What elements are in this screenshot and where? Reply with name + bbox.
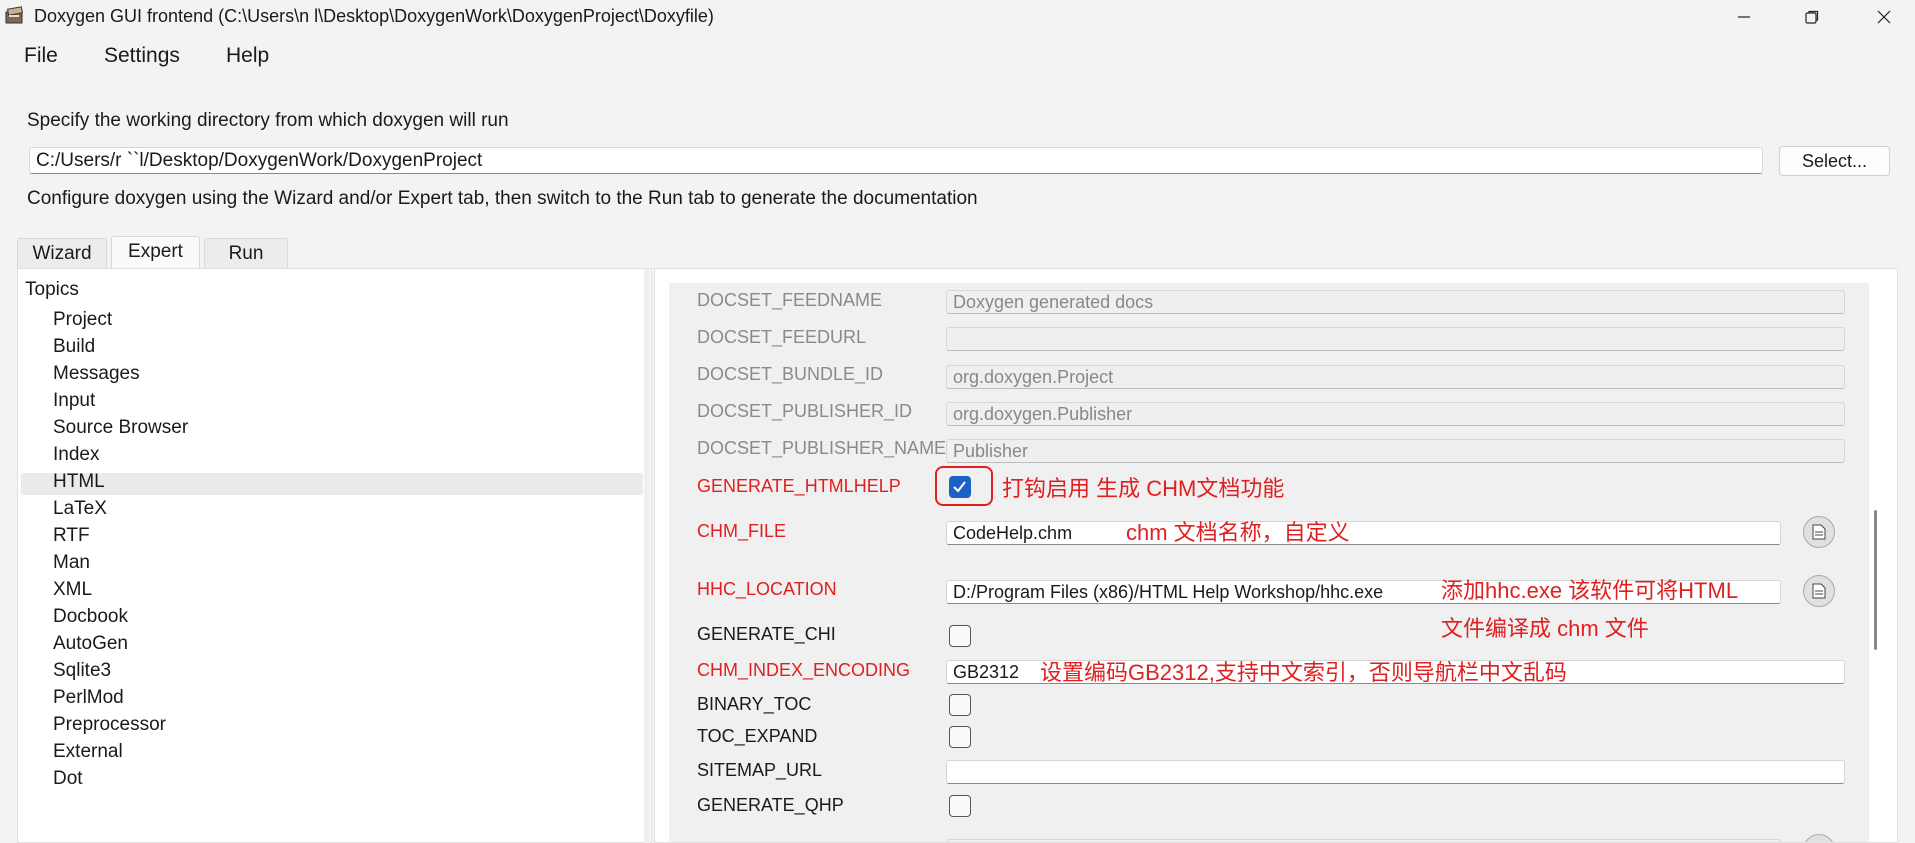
minimize-button[interactable] bbox=[1716, 0, 1772, 34]
annotation-chm-file: chm 文档名称，自定义 bbox=[1126, 520, 1350, 545]
docset-publisher-name-field[interactable]: Publisher bbox=[946, 439, 1845, 463]
topic-autogen[interactable]: AutoGen bbox=[53, 633, 128, 655]
topic-preprocessor[interactable]: Preprocessor bbox=[53, 714, 166, 736]
annotation-hhc-line2: 文件编译成 chm 文件 bbox=[1441, 616, 1649, 641]
topic-perlmod[interactable]: PerlMod bbox=[53, 687, 124, 709]
working-dir-input[interactable]: C:/Users/r ``l/Desktop/DoxygenWork/Doxyg… bbox=[29, 147, 1763, 174]
docset-bundle-id-field[interactable]: org.doxygen.Project bbox=[946, 365, 1845, 389]
option-label-chm-index-encoding: CHM_INDEX_ENCODING bbox=[697, 660, 911, 680]
option-label-docset-feedname: DOCSET_FEEDNAME bbox=[697, 290, 883, 310]
close-button[interactable] bbox=[1856, 0, 1912, 34]
title-bar: Doxygen GUI frontend (C:\Users\n l\Deskt… bbox=[0, 0, 1915, 34]
menu-help[interactable]: Help bbox=[226, 44, 269, 68]
chm-file-browse-button[interactable] bbox=[1803, 516, 1835, 548]
docset-feedname-field[interactable]: Doxygen generated docs bbox=[946, 290, 1845, 314]
topic-build[interactable]: Build bbox=[53, 336, 95, 358]
chm-file-field[interactable]: CodeHelp.chm bbox=[946, 521, 1781, 545]
sitemap-url-field[interactable] bbox=[946, 760, 1845, 784]
minimize-icon bbox=[1738, 16, 1750, 18]
working-dir-label: Specify the working directory from which… bbox=[27, 110, 509, 131]
tab-expert[interactable]: Expert bbox=[111, 236, 200, 269]
option-label-docset-bundle-id: DOCSET_BUNDLE_ID bbox=[697, 364, 884, 384]
option-label-hhc-location: HHC_LOCATION bbox=[697, 579, 837, 599]
topic-xml[interactable]: XML bbox=[53, 579, 92, 601]
menu-settings[interactable]: Settings bbox=[104, 44, 180, 68]
htmlhelp-highlight-box bbox=[935, 466, 993, 506]
hhc-location-browse-button[interactable] bbox=[1803, 575, 1835, 607]
option-label-docset-feedurl: DOCSET_FEEDURL bbox=[697, 327, 867, 347]
topics-heading: Topics bbox=[25, 279, 79, 300]
topic-dot[interactable]: Dot bbox=[53, 768, 83, 790]
toc-expand-checkbox[interactable] bbox=[949, 726, 971, 748]
annotation-hhc-line1: 添加hhc.exe 该软件可将HTML bbox=[1441, 578, 1739, 603]
topics-panel: Topics Project Build Messages Input Sour… bbox=[17, 268, 652, 843]
topic-input[interactable]: Input bbox=[53, 390, 95, 412]
menu-file[interactable]: File bbox=[24, 44, 58, 68]
binary-toc-checkbox[interactable] bbox=[949, 694, 971, 716]
doxygen-app-icon bbox=[5, 6, 23, 24]
options-panel: DOCSET_FEEDNAME Doxygen generated docs D… bbox=[654, 268, 1898, 843]
option-label-docset-publisher-id: DOCSET_PUBLISHER_ID bbox=[697, 401, 913, 421]
select-button[interactable]: Select... bbox=[1779, 146, 1890, 176]
options-scroll-area: DOCSET_FEEDNAME Doxygen generated docs D… bbox=[669, 283, 1869, 842]
restore-button[interactable] bbox=[1784, 0, 1840, 34]
option-label-generate-chi: GENERATE_CHI bbox=[697, 624, 836, 644]
topic-latex[interactable]: LaTeX bbox=[53, 498, 107, 520]
window-title: Doxygen GUI frontend (C:\Users\n l\Deskt… bbox=[34, 6, 714, 26]
option-label-sitemap-url: SITEMAP_URL bbox=[697, 760, 823, 780]
options-scrollbar-thumb[interactable] bbox=[1874, 510, 1877, 650]
option-label-docset-publisher-name: DOCSET_PUBLISHER_NAME bbox=[697, 438, 947, 458]
tab-run[interactable]: Run bbox=[204, 238, 288, 268]
tab-wizard[interactable]: Wizard bbox=[17, 238, 107, 268]
docset-feedurl-field[interactable] bbox=[946, 327, 1845, 351]
docset-publisher-id-field[interactable]: org.doxygen.Publisher bbox=[946, 402, 1845, 426]
topic-index[interactable]: Index bbox=[53, 444, 99, 466]
restore-icon bbox=[1805, 10, 1819, 24]
next-option-field[interactable] bbox=[946, 839, 1781, 842]
topic-project[interactable]: Project bbox=[53, 309, 112, 331]
topic-sqlite3[interactable]: Sqlite3 bbox=[53, 660, 111, 682]
config-hint: Configure doxygen using the Wizard and/o… bbox=[27, 188, 978, 209]
file-icon bbox=[1812, 524, 1826, 540]
option-label-generate-qhp: GENERATE_QHP bbox=[697, 795, 844, 815]
file-icon bbox=[1812, 583, 1826, 599]
option-label-generate-htmlhelp: GENERATE_HTMLHELP bbox=[697, 476, 901, 496]
topic-selection-highlight bbox=[21, 473, 643, 495]
option-label-toc-expand: TOC_EXPAND bbox=[697, 726, 818, 746]
option-label-binary-toc: BINARY_TOC bbox=[697, 694, 812, 714]
topic-external[interactable]: External bbox=[53, 741, 123, 763]
next-option-browse-button[interactable] bbox=[1803, 834, 1835, 842]
annotation-encoding: 设置编码GB2312,支持中文索引，否则导航栏中文乱码 bbox=[1040, 660, 1567, 685]
generate-chi-checkbox[interactable] bbox=[949, 625, 971, 647]
topic-man[interactable]: Man bbox=[53, 552, 90, 574]
topic-html[interactable]: HTML bbox=[53, 471, 105, 493]
topic-source-browser[interactable]: Source Browser bbox=[53, 417, 188, 439]
topic-rtf[interactable]: RTF bbox=[53, 525, 90, 547]
topics-scrollbar[interactable] bbox=[644, 269, 650, 843]
generate-qhp-checkbox[interactable] bbox=[949, 795, 971, 817]
annotation-htmlhelp: 打钩启用 生成 CHM文档功能 bbox=[1002, 476, 1285, 501]
topic-docbook[interactable]: Docbook bbox=[53, 606, 128, 628]
close-icon bbox=[1877, 10, 1891, 24]
option-label-chm-file: CHM_FILE bbox=[697, 521, 787, 541]
topic-messages[interactable]: Messages bbox=[53, 363, 140, 385]
